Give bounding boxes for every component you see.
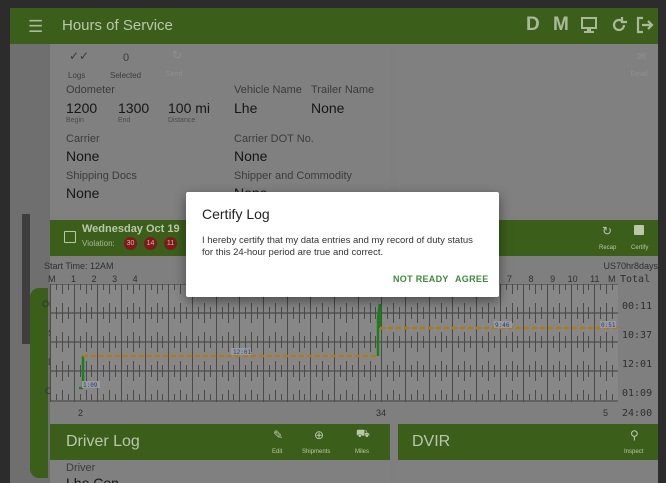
shipping-docs-label: Shipping Docs bbox=[66, 170, 137, 182]
bottom-label: 2 bbox=[78, 408, 84, 418]
violation-badge[interactable]: 30 bbox=[124, 237, 137, 250]
violation-label: Violation: bbox=[82, 239, 115, 248]
edit-icon[interactable]: ✎ bbox=[273, 428, 283, 442]
trailer-name-label: Trailer Name bbox=[311, 84, 375, 96]
logs-icon[interactable]: ✓✓ bbox=[69, 49, 89, 63]
dvir-header: DVIR ⚲ Inspect bbox=[398, 424, 658, 460]
odometer-begin: 1200 bbox=[66, 100, 98, 116]
ruleset-label: US70hr8days bbox=[603, 261, 658, 271]
carrier-dot-value: None bbox=[234, 148, 268, 164]
total-off: 00:11 bbox=[622, 301, 653, 312]
hour-label: 10 bbox=[567, 274, 578, 284]
vehicle-name-label: Vehicle Name bbox=[234, 84, 302, 96]
email-icon[interactable]: ✉ bbox=[637, 50, 646, 63]
day-select-checkbox[interactable] bbox=[64, 231, 76, 243]
hour-label: 7 bbox=[507, 274, 513, 284]
send-icon[interactable]: ↻ bbox=[172, 48, 182, 62]
odometer-distance: 100 mi bbox=[168, 100, 211, 116]
hour-label: 9 bbox=[550, 274, 556, 284]
drawer-handle bbox=[22, 214, 30, 344]
selected-count: 0 bbox=[123, 52, 130, 64]
shipments-icon[interactable]: ⊕ bbox=[314, 428, 324, 442]
page-title: Hours of Service bbox=[62, 17, 173, 34]
recap-icon[interactable]: ↻ bbox=[602, 224, 612, 238]
sb-duration-marker: 9:46 bbox=[495, 322, 510, 329]
miles-icon[interactable]: ⛟ bbox=[356, 428, 370, 442]
carrier-dot-label: Carrier DOT No. bbox=[234, 133, 314, 145]
driver-log-body: Driver Lhe Con bbox=[50, 460, 390, 483]
messages-button[interactable]: M bbox=[553, 14, 569, 36]
odometer-label: Odometer bbox=[66, 84, 115, 96]
driver-log-header: Driver Log ✎ Edit ⊕ Shipments ⛟ Miles bbox=[50, 424, 390, 460]
inspect-label[interactable]: Inspect bbox=[624, 449, 643, 455]
duty-grid[interactable]: 12:01 1:09 9:46 0:51 bbox=[50, 284, 618, 402]
carrier-label: Carrier bbox=[66, 133, 100, 145]
driving-mode-button[interactable]: D bbox=[526, 14, 540, 36]
hour-label: 4 bbox=[132, 274, 138, 284]
odometer-begin-sub: Begin bbox=[66, 117, 84, 124]
hour-labels-left: M 1 2 3 4 bbox=[48, 274, 138, 284]
shipments-label[interactable]: Shipments bbox=[302, 449, 330, 455]
dvir-title: DVIR bbox=[412, 433, 451, 450]
email-label[interactable]: Email bbox=[630, 71, 648, 78]
selected-label: Selected bbox=[110, 71, 142, 80]
dvir-body bbox=[398, 460, 658, 483]
dialog-title: Certify Log bbox=[202, 206, 270, 222]
shipper-label: Shipper and Commodity bbox=[234, 170, 353, 182]
total-on: 01:09 bbox=[622, 388, 653, 399]
d-duration-marker: 12:01 bbox=[233, 349, 251, 356]
hour-label: M bbox=[48, 274, 56, 284]
sb-duration-marker: 0:51 bbox=[601, 322, 616, 329]
refresh-icon[interactable] bbox=[610, 16, 628, 40]
driver-label: Driver bbox=[66, 462, 96, 474]
hour-label: M bbox=[607, 274, 616, 284]
start-time-label: Start Time: 12AM bbox=[44, 261, 114, 271]
violation-badge[interactable]: 14 bbox=[144, 237, 157, 250]
violation-badge[interactable]: 11 bbox=[164, 237, 177, 250]
day-date: Wednesday Oct 19 bbox=[82, 223, 180, 235]
hour-label: 11 bbox=[590, 274, 600, 284]
odometer-distance-sub: Distance bbox=[168, 117, 196, 124]
certify-log-dialog: Certify Log I hereby certify that my dat… bbox=[186, 192, 499, 297]
logout-icon[interactable] bbox=[636, 16, 654, 40]
drawer-tab bbox=[30, 288, 48, 478]
odometer-end: 1300 bbox=[118, 100, 150, 116]
miles-label[interactable]: Miles bbox=[355, 449, 369, 455]
shipping-docs-value: None bbox=[66, 185, 100, 201]
hour-labels-right: 7 8 9 10 11 M bbox=[507, 274, 615, 284]
logs-label[interactable]: Logs bbox=[68, 71, 85, 80]
driver-log-title: Driver Log bbox=[66, 433, 140, 450]
app-bar: ☰ Hours of Service D M bbox=[10, 8, 658, 44]
hour-label: 8 bbox=[528, 274, 534, 284]
vehicle-name: Lhe bbox=[234, 100, 258, 116]
bottom-label: 5 bbox=[603, 408, 609, 418]
driver-value: Lhe Con bbox=[66, 475, 119, 483]
grand-total: 24:00 bbox=[622, 408, 653, 419]
hour-label: 2 bbox=[91, 274, 97, 284]
on-duration-marker: 1:09 bbox=[83, 382, 98, 389]
total-header: Total bbox=[620, 274, 651, 285]
edit-label[interactable]: Edit bbox=[272, 449, 282, 455]
not-ready-button[interactable]: NOT READY bbox=[393, 274, 449, 284]
hour-label: 3 bbox=[112, 274, 118, 284]
hour-label: 1 bbox=[71, 274, 77, 284]
send-label[interactable]: Send bbox=[166, 71, 182, 78]
certify-label[interactable]: Certify bbox=[631, 245, 648, 251]
certify-icon[interactable] bbox=[634, 225, 644, 235]
trailer-name: None bbox=[311, 100, 345, 116]
dialog-message: I hereby certify that my data entries an… bbox=[202, 235, 473, 258]
agree-button[interactable]: AGREE bbox=[455, 274, 489, 284]
inspection-icon[interactable] bbox=[581, 17, 597, 37]
bottom-label: 34 bbox=[376, 408, 387, 418]
recap-label[interactable]: Recap bbox=[599, 245, 616, 251]
odometer-end-sub: End bbox=[118, 117, 131, 124]
hamburger-icon[interactable]: ☰ bbox=[28, 17, 43, 37]
total-sb: 10:37 bbox=[622, 330, 653, 341]
inspect-icon[interactable]: ⚲ bbox=[630, 428, 639, 442]
total-d: 12:01 bbox=[622, 359, 653, 370]
carrier-value: None bbox=[66, 148, 100, 164]
